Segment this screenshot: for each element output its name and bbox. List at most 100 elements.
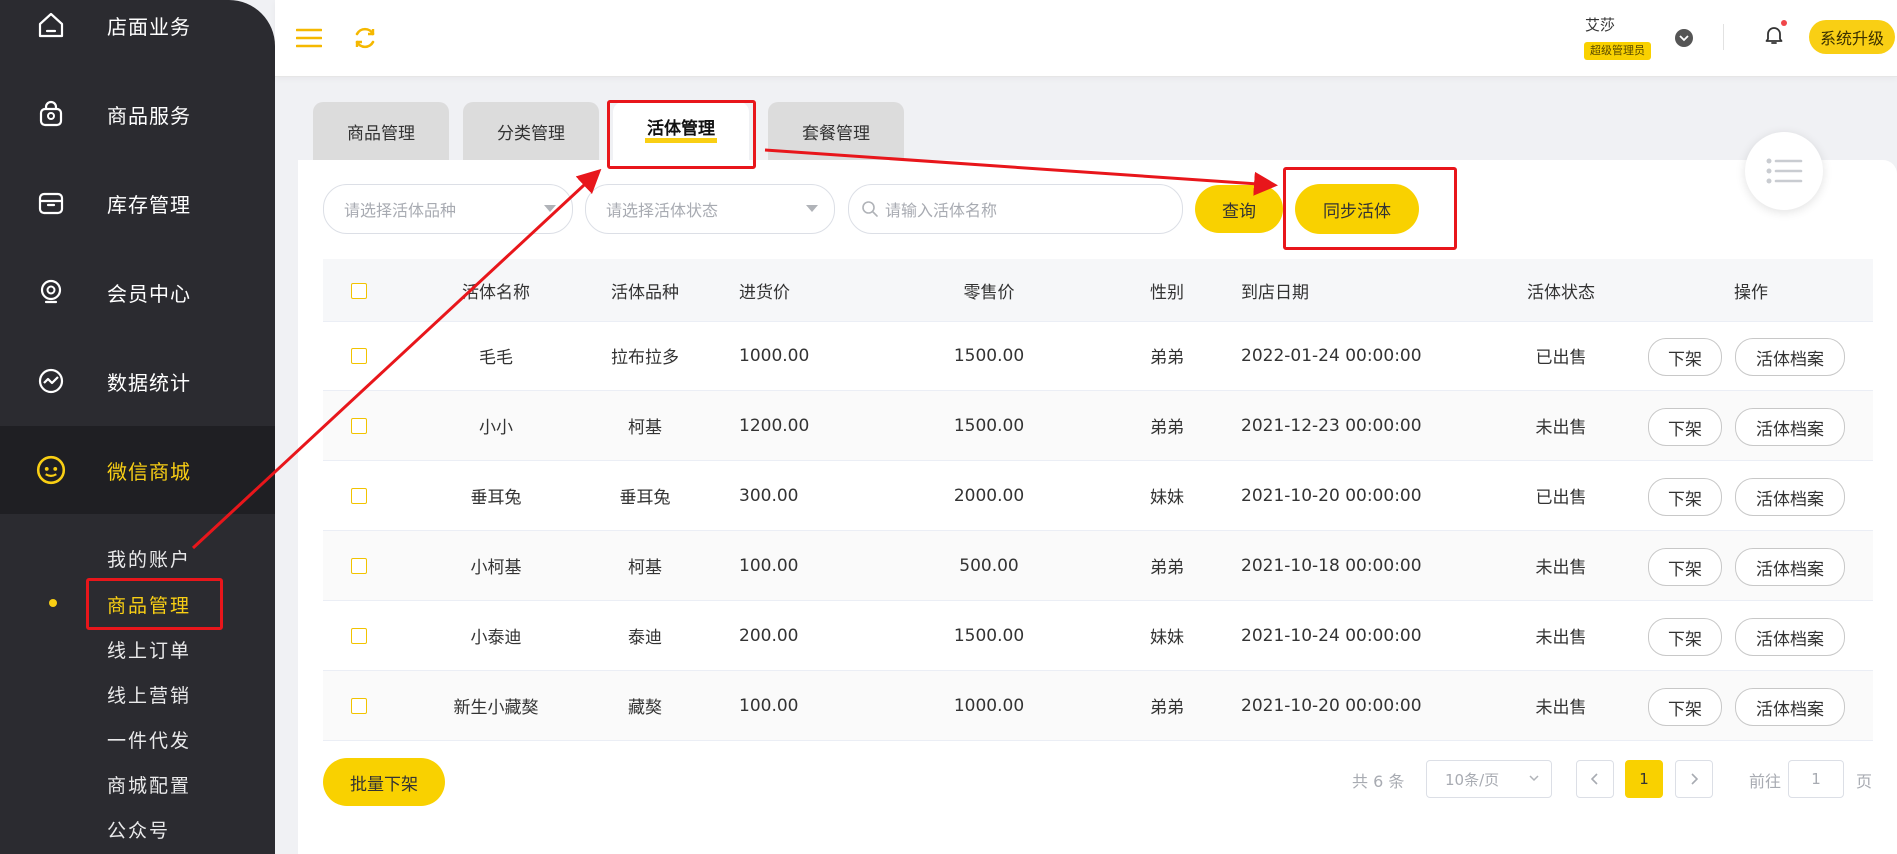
goto-page-input[interactable]: 1 xyxy=(1788,760,1844,798)
cell-breed: 柯基 xyxy=(628,558,662,578)
cell-breed: 泰迪 xyxy=(628,628,662,648)
page-size-value: 10条/页 xyxy=(1445,770,1500,789)
breed-select[interactable]: 请选择活体品种 xyxy=(323,184,573,234)
page-size-select[interactable]: 10条/页 xyxy=(1426,760,1552,798)
sidebar-item-inventory[interactable]: 库存管理 xyxy=(0,159,275,247)
cell-name: 小小 xyxy=(479,418,513,438)
off-shelf-button[interactable]: 下架 xyxy=(1648,618,1722,656)
cell-arrival-date: 2021-10-20 00:00:00 xyxy=(1241,695,1422,716)
cell-status: 未出售 xyxy=(1535,558,1587,578)
tab-category-management[interactable]: 分类管理 xyxy=(463,102,599,160)
cell-gender: 弟弟 xyxy=(1150,348,1184,368)
menu-toggle-button[interactable] xyxy=(295,24,323,52)
cell-cost-price: 300.00 xyxy=(739,485,799,506)
sidebar-item-label: 微信商城 xyxy=(107,459,191,484)
batch-off-shelf-button[interactable]: 批量下架 xyxy=(323,758,445,806)
home-icon xyxy=(34,8,68,42)
cell-arrival-date: 2021-10-20 00:00:00 xyxy=(1241,485,1422,506)
off-shelf-button[interactable]: 下架 xyxy=(1648,478,1722,516)
subnav-mall-config[interactable]: 商城配置 xyxy=(107,771,191,798)
sidebar-item-label: 商品服务 xyxy=(107,103,191,128)
row-checkbox[interactable] xyxy=(351,698,367,714)
off-shelf-button[interactable]: 下架 xyxy=(1648,338,1722,376)
off-shelf-button[interactable]: 下架 xyxy=(1648,408,1722,446)
sidebar-item-wechat-mall[interactable]: 微信商城 xyxy=(0,426,275,514)
user-menu-dropdown[interactable] xyxy=(1675,29,1693,47)
subnav-dropshipping[interactable]: 一件代发 xyxy=(107,726,191,753)
select-all-checkbox[interactable] xyxy=(351,283,367,299)
off-shelf-button[interactable]: 下架 xyxy=(1648,688,1722,726)
cell-name: 小柯基 xyxy=(470,558,522,578)
row-checkbox[interactable] xyxy=(351,628,367,644)
refresh-button[interactable] xyxy=(351,24,379,52)
cell-cost-price: 1000.00 xyxy=(739,345,810,366)
table-row: 小小 柯基 1200.00 1500.00 弟弟 2021-12-23 00:0… xyxy=(323,391,1873,461)
search-placeholder: 请输入活体名称 xyxy=(885,201,998,220)
cell-gender: 弟弟 xyxy=(1150,418,1184,438)
sidebar-item-member[interactable]: 会员中心 xyxy=(0,248,275,336)
archive-button[interactable]: 活体档案 xyxy=(1735,338,1845,376)
cell-arrival-date: 2021-12-23 00:00:00 xyxy=(1241,415,1422,436)
cell-retail-price: 1000.00 xyxy=(953,695,1025,716)
cell-status: 已出售 xyxy=(1535,488,1587,508)
archive-button[interactable]: 活体档案 xyxy=(1735,408,1845,446)
breed-select-placeholder: 请选择活体品种 xyxy=(344,201,457,220)
goto-label: 前往 xyxy=(1749,772,1782,791)
sidebar-item-label: 数据统计 xyxy=(107,370,191,395)
next-page-button[interactable] xyxy=(1675,760,1713,798)
prev-page-button[interactable] xyxy=(1576,760,1614,798)
sidebar-item-store[interactable]: 店面业务 xyxy=(0,0,275,69)
subnav-product-management[interactable]: 商品管理 xyxy=(107,591,191,618)
cell-retail-price: 1500.00 xyxy=(953,625,1025,646)
inventory-box-icon xyxy=(34,186,68,220)
list-view-button[interactable] xyxy=(1745,132,1823,210)
sidebar-item-statistics[interactable]: 数据统计 xyxy=(0,337,275,425)
subnav-official-account[interactable]: 公众号 xyxy=(107,816,170,843)
archive-button[interactable]: 活体档案 xyxy=(1735,688,1845,726)
query-button[interactable]: 查询 xyxy=(1195,185,1283,233)
sync-live-animal-button[interactable]: 同步活体 xyxy=(1295,184,1419,234)
refresh-icon xyxy=(355,27,375,49)
tab-package-management[interactable]: 套餐管理 xyxy=(768,102,904,160)
table-row: 小泰迪 泰迪 200.00 1500.00 妹妹 2021-10-24 00:0… xyxy=(323,601,1873,671)
tab-live-animal-management[interactable]: 活体管理 xyxy=(613,102,749,160)
cell-gender: 弟弟 xyxy=(1150,558,1184,578)
row-checkbox[interactable] xyxy=(351,558,367,574)
subnav-my-account[interactable]: 我的账户 xyxy=(107,545,191,572)
hamburger-icon xyxy=(296,28,322,48)
sidebar-item-label: 会员中心 xyxy=(107,281,191,306)
row-checkbox[interactable] xyxy=(351,488,367,504)
table-header-row: 活体名称 活体品种 进货价 零售价 性别 到店日期 活体状态 操作 xyxy=(323,259,1873,322)
status-select[interactable]: 请选择活体状态 xyxy=(585,184,835,234)
page-unit-label: 页 xyxy=(1856,772,1873,791)
system-upgrade-button[interactable]: 系统升级 xyxy=(1809,20,1895,54)
user-name: 艾莎 xyxy=(1585,16,1616,34)
archive-button[interactable]: 活体档案 xyxy=(1735,618,1845,656)
cell-retail-price: 2000.00 xyxy=(953,485,1025,506)
row-checkbox[interactable] xyxy=(351,348,367,364)
cell-breed: 藏獒 xyxy=(628,698,662,718)
top-header: 艾莎 超级管理员 系统升级 xyxy=(275,0,1897,77)
page-number-current[interactable]: 1 xyxy=(1625,760,1663,798)
off-shelf-button[interactable]: 下架 xyxy=(1648,548,1722,586)
member-icon xyxy=(34,275,68,309)
user-role-badge: 超级管理员 xyxy=(1584,42,1651,60)
subnav-online-orders[interactable]: 线上订单 xyxy=(107,636,191,663)
archive-button[interactable]: 活体档案 xyxy=(1735,478,1845,516)
tab-label: 分类管理 xyxy=(497,123,565,144)
table-row: 垂耳兔 垂耳兔 300.00 2000.00 妹妹 2021-10-20 00:… xyxy=(323,461,1873,531)
cell-retail-price: 1500.00 xyxy=(953,415,1025,436)
subnav-online-marketing[interactable]: 线上营销 xyxy=(107,681,191,708)
name-search-input[interactable]: 请输入活体名称 xyxy=(848,184,1183,234)
cell-cost-price: 100.00 xyxy=(739,555,799,576)
bell-icon xyxy=(1765,27,1783,44)
sidebar-item-goods-service[interactable]: 商品服务 xyxy=(0,70,275,158)
archive-button[interactable]: 活体档案 xyxy=(1735,548,1845,586)
cell-arrival-date: 2021-10-18 00:00:00 xyxy=(1241,555,1422,576)
search-icon xyxy=(862,201,878,217)
cell-breed: 柯基 xyxy=(628,418,662,438)
row-checkbox[interactable] xyxy=(351,418,367,434)
cell-name: 垂耳兔 xyxy=(470,488,522,508)
cell-breed: 垂耳兔 xyxy=(619,488,671,508)
tab-product-management[interactable]: 商品管理 xyxy=(313,102,449,160)
